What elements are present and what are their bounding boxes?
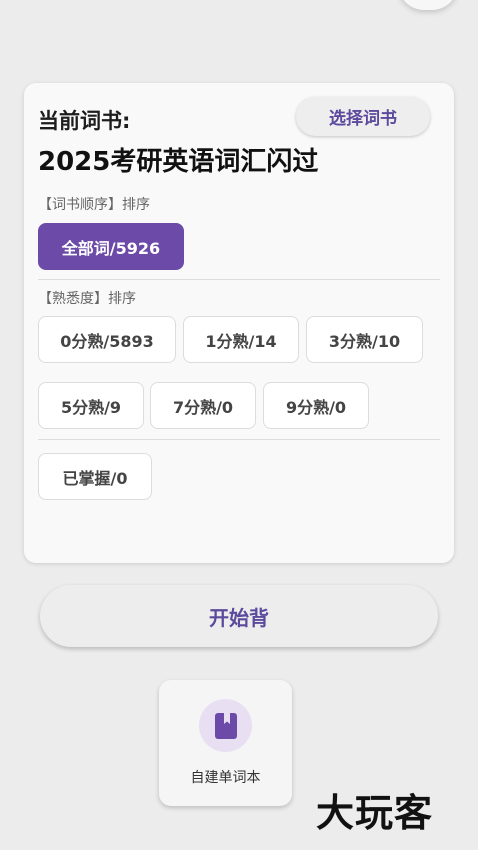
chip-familiarity-3[interactable]: 3分熟/10 [306, 316, 423, 363]
custom-wordbook-button[interactable]: 自建单词本 [159, 680, 292, 806]
order-section-label: 【词书顺序】排序 [38, 197, 150, 213]
screen: 当前词书: 选择词书 2025考研英语词汇闪过 【词书顺序】排序 全部词/592… [0, 0, 478, 850]
watermark-logo: 大玩客 [316, 790, 434, 835]
custom-wordbook-label: 自建单词本 [190, 770, 261, 786]
book-icon-circle [199, 699, 252, 752]
divider [38, 279, 440, 280]
chip-familiarity-0[interactable]: 0分熟/5893 [38, 316, 176, 363]
familiarity-section-label: 【熟悉度】排序 [38, 291, 136, 307]
start-studying-button[interactable]: 开始背 [40, 585, 438, 647]
wordbook-card: 当前词书: 选择词书 2025考研英语词汇闪过 【词书顺序】排序 全部词/592… [24, 83, 454, 563]
divider [38, 439, 440, 440]
chip-familiarity-1[interactable]: 1分熟/14 [183, 316, 299, 363]
current-wordbook-label: 当前词书: [38, 109, 131, 133]
wordbook-title: 2025考研英语词汇闪过 [38, 147, 319, 177]
chip-familiarity-7[interactable]: 7分熟/0 [150, 382, 256, 429]
book-icon [214, 712, 237, 739]
chip-familiarity-5[interactable]: 5分熟/9 [38, 382, 144, 429]
select-wordbook-button[interactable]: 选择词书 [296, 97, 430, 136]
chip-mastered[interactable]: 已掌握/0 [38, 453, 152, 500]
chip-familiarity-9[interactable]: 9分熟/0 [263, 382, 369, 429]
floating-corner-button[interactable] [398, 0, 458, 10]
chip-all-words[interactable]: 全部词/5926 [38, 223, 184, 270]
